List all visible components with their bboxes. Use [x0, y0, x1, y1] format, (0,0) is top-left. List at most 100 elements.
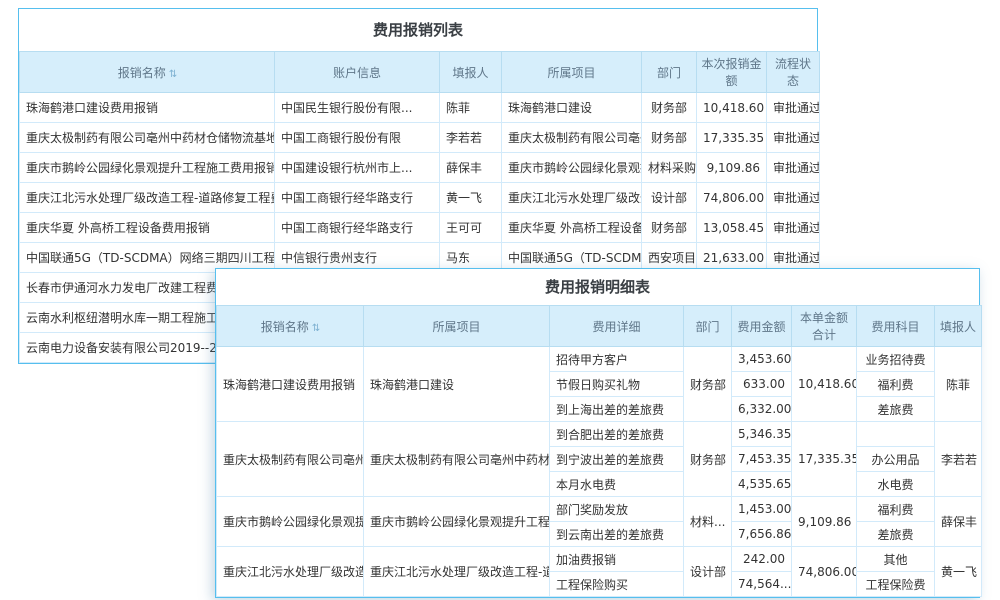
detail-col-category: 费用科目 [857, 306, 935, 347]
detail-header-row: 报销名称⇅ 所属项目 费用详细 部门 费用金额 本单金额合计 费用科目 填报人 [217, 306, 982, 347]
expense-name-link[interactable]: 重庆太极制药有限公司亳州中药材仓储物流基地项... [20, 123, 275, 153]
project-link[interactable]: 重庆市鹅岭公园绿化景观提升... [502, 153, 642, 183]
filler-link[interactable]: 薛保丰 [440, 153, 502, 183]
project-link[interactable]: 重庆华夏 外高桥工程设备 [502, 213, 642, 243]
detail-cell: 到云南出差的差旅费 [550, 522, 684, 547]
project-link[interactable]: 重庆市鹅岭公园绿化景观提升工程施工 [364, 497, 550, 547]
status-link[interactable]: 审批通过 [767, 183, 820, 213]
filler-link[interactable]: 王可可 [440, 213, 502, 243]
amount-cell: 7,656.86 [732, 522, 792, 547]
amount-cell: 74,806.00 [697, 183, 767, 213]
expense-detail-grid: 报销名称⇅ 所属项目 费用详细 部门 费用金额 本单金额合计 费用科目 填报人 … [216, 305, 982, 597]
status-link[interactable]: 审批通过 [767, 153, 820, 183]
expense-name-link[interactable]: 珠海鹤港口建设费用报销 [217, 347, 364, 422]
filler-link[interactable]: 李若若 [440, 123, 502, 153]
expense-name-link[interactable]: 重庆市鹅岭公园绿化景观提升工程施工费用报销 [217, 497, 364, 547]
amount-cell: 4,535.65 [732, 472, 792, 497]
expense-list-title: 费用报销列表 [19, 9, 817, 51]
expense-detail-panel: 费用报销明细表 报销名称⇅ 所属项目 费用详细 部门 费用金额 本单金额合计 费… [215, 268, 980, 598]
filler-link[interactable]: 陈菲 [440, 93, 502, 123]
filler-link[interactable]: 陈菲 [935, 347, 982, 422]
project-link[interactable]: 珠海鹤港口建设 [364, 347, 550, 422]
status-link[interactable]: 审批通过 [767, 93, 820, 123]
dept-cell: 财务部 [642, 93, 697, 123]
detail-col-name[interactable]: 报销名称⇅ [217, 306, 364, 347]
list-col-account: 账户信息 [275, 52, 440, 93]
category-cell: 福利费 [857, 372, 935, 397]
detail-cell: 加油费报销 [550, 547, 684, 572]
amount-cell: 6,332.00 [732, 397, 792, 422]
filler-link[interactable]: 黄一飞 [440, 183, 502, 213]
detail-col-project: 所属项目 [364, 306, 550, 347]
category-cell: 工程保险费 [857, 572, 935, 597]
category-cell: 差旅费 [857, 522, 935, 547]
dept-cell: 财务部 [684, 422, 732, 497]
dept-cell: 财务部 [642, 123, 697, 153]
expense-detail-title: 费用报销明细表 [216, 269, 979, 305]
detail-col-detail: 费用详细 [550, 306, 684, 347]
table-row: 珠海鹤港口建设费用报销 中国民生银行股份有限... 陈菲 珠海鹤港口建设 财务部… [20, 93, 820, 123]
detail-cell: 到上海出差的差旅费 [550, 397, 684, 422]
sort-icon[interactable]: ⇅ [169, 69, 176, 80]
filler-link[interactable]: 薛保丰 [935, 497, 982, 547]
detail-cell: 到合肥出差的差旅费 [550, 422, 684, 447]
expense-name-link[interactable]: 重庆太极制药有限公司亳州中药材仓储物流基地项目费用报销 [217, 422, 364, 497]
amount-cell: 242.00 [732, 547, 792, 572]
table-row: 重庆太极制药有限公司亳州中药材仓储物流基地项目费用报销 重庆太极制药有限公司亳州… [217, 422, 982, 447]
expense-name-link[interactable]: 珠海鹤港口建设费用报销 [20, 93, 275, 123]
amount-cell: 633.00 [732, 372, 792, 397]
list-header-row: 报销名称⇅ 账户信息 填报人 所属项目 部门 本次报销金额 流程状态 [20, 52, 820, 93]
detail-col-filler: 填报人 [935, 306, 982, 347]
table-row: 重庆市鹅岭公园绿化景观提升工程施工费用报销 重庆市鹅岭公园绿化景观提升工程施工 … [217, 497, 982, 522]
category-cell: 福利费 [857, 497, 935, 522]
amount-cell: 17,335.35 [697, 123, 767, 153]
amount-cell: 1,453.00 [732, 497, 792, 522]
detail-cell: 工程保险购买 [550, 572, 684, 597]
amount-cell: 3,453.60 [732, 347, 792, 372]
detail-col-amount: 费用金额 [732, 306, 792, 347]
category-cell [857, 422, 935, 447]
detail-cell: 招待甲方客户 [550, 347, 684, 372]
amount-cell: 5,346.35 [732, 422, 792, 447]
sort-icon[interactable]: ⇅ [312, 323, 319, 334]
category-cell: 办公用品 [857, 447, 935, 472]
expense-name-link[interactable]: 重庆江北污水处理厂级改造工程-道路修复工程费用... [20, 183, 275, 213]
account-cell: 中国工商银行股份有限 [275, 123, 440, 153]
detail-col-dept: 部门 [684, 306, 732, 347]
amount-cell: 7,453.35 [732, 447, 792, 472]
table-row: 珠海鹤港口建设费用报销 珠海鹤港口建设 招待甲方客户 财务部 3,453.60 … [217, 347, 982, 372]
amount-cell: 13,058.45 [697, 213, 767, 243]
total-cell: 74,806.00 [792, 547, 857, 597]
table-row: 重庆太极制药有限公司亳州中药材仓储物流基地项... 中国工商银行股份有限 李若若… [20, 123, 820, 153]
dept-cell: 设计部 [684, 547, 732, 597]
project-link[interactable]: 重庆江北污水处理厂级改造工程-道路修复工... [364, 547, 550, 597]
list-col-name-label: 报销名称 [118, 66, 166, 80]
total-cell: 17,335.35 [792, 422, 857, 497]
dept-cell: 设计部 [642, 183, 697, 213]
filler-link[interactable]: 黄一飞 [935, 547, 982, 597]
category-cell: 其他 [857, 547, 935, 572]
amount-cell: 9,109.86 [697, 153, 767, 183]
expense-name-link[interactable]: 重庆江北污水处理厂级改造工程-道路修复工程费用报销 [217, 547, 364, 597]
list-col-dept: 部门 [642, 52, 697, 93]
status-link[interactable]: 审批通过 [767, 213, 820, 243]
amount-cell: 74,564... [732, 572, 792, 597]
expense-name-link[interactable]: 重庆市鹅岭公园绿化景观提升工程施工费用报销 [20, 153, 275, 183]
detail-col-total: 本单金额合计 [792, 306, 857, 347]
dept-cell: 财务部 [642, 213, 697, 243]
dept-cell: 材料采购 [642, 153, 697, 183]
table-row: 重庆市鹅岭公园绿化景观提升工程施工费用报销 中国建设银行杭州市上... 薛保丰 … [20, 153, 820, 183]
project-link[interactable]: 重庆太极制药有限公司亳州中药材仓储物流... [364, 422, 550, 497]
list-col-name[interactable]: 报销名称⇅ [20, 52, 275, 93]
category-cell: 水电费 [857, 472, 935, 497]
project-link[interactable]: 珠海鹤港口建设 [502, 93, 642, 123]
expense-name-link[interactable]: 重庆华夏 外高桥工程设备费用报销 [20, 213, 275, 243]
table-row: 重庆华夏 外高桥工程设备费用报销 中国工商银行经华路支行 王可可 重庆华夏 外高… [20, 213, 820, 243]
status-link[interactable]: 审批通过 [767, 123, 820, 153]
list-col-project: 所属项目 [502, 52, 642, 93]
filler-link[interactable]: 李若若 [935, 422, 982, 497]
project-link[interactable]: 重庆江北污水处理厂级改造工... [502, 183, 642, 213]
amount-cell: 10,418.60 [697, 93, 767, 123]
list-col-status: 流程状态 [767, 52, 820, 93]
project-link[interactable]: 重庆太极制药有限公司亳州中... [502, 123, 642, 153]
